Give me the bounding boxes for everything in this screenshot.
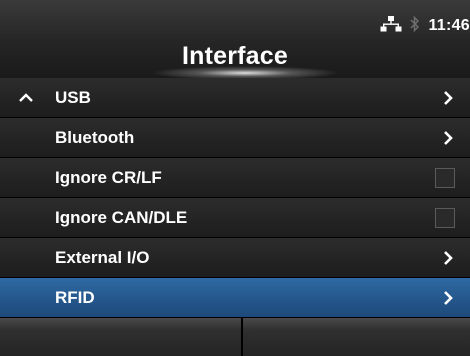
ignore-cr-lf-checkbox[interactable]: [435, 168, 455, 188]
menu-item-label: External I/O: [55, 248, 150, 267]
clock: 11:46: [428, 17, 470, 34]
menu-item-ignore-can-dle[interactable]: Ignore CAN/DLE: [0, 198, 470, 238]
chevron-right-icon: [442, 130, 454, 151]
menu-item-label: USB: [55, 88, 91, 107]
left-softkey[interactable]: [0, 318, 243, 356]
softkey-bar: [0, 318, 470, 356]
menu-item-label: RFID: [55, 288, 95, 307]
menu-item-bluetooth[interactable]: Bluetooth: [0, 118, 470, 158]
menu-list: USB Bluetooth Ignore CR/LF Ignore CAN/DL…: [0, 78, 470, 318]
chevron-up-icon: [18, 91, 34, 109]
status-bar: 11:46: [380, 14, 470, 38]
chevron-right-icon: [442, 290, 454, 311]
menu-item-label: Bluetooth: [55, 128, 135, 147]
bluetooth-icon: [410, 15, 420, 38]
network-icon: [380, 15, 402, 38]
menu-item-ignore-cr-lf[interactable]: Ignore CR/LF: [0, 158, 470, 198]
right-softkey[interactable]: [243, 318, 470, 356]
page-title: Interface: [181, 42, 288, 70]
chevron-right-icon: [442, 250, 454, 271]
printer-screen: Interface 11:46 USB Bluetooth Ignore CR/…: [0, 0, 470, 356]
menu-item-usb[interactable]: USB: [0, 78, 470, 118]
header-bar: Interface 11:46: [0, 0, 470, 78]
menu-item-rfid[interactable]: RFID: [0, 278, 470, 318]
menu-item-label: Ignore CR/LF: [55, 168, 162, 187]
ignore-can-dle-checkbox[interactable]: [435, 208, 455, 228]
menu-item-label: Ignore CAN/DLE: [55, 208, 188, 227]
chevron-right-icon: [442, 90, 454, 111]
menu-item-external-io[interactable]: External I/O: [0, 238, 470, 278]
